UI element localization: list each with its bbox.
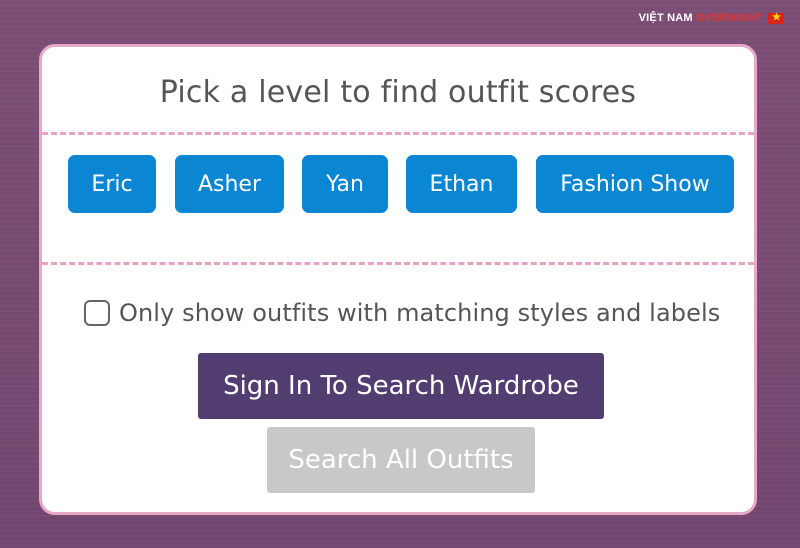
watermark-text-overnight: OVERNIGHT — [695, 12, 763, 24]
matching-filter-checkbox[interactable] — [84, 300, 110, 326]
level-button-asher[interactable]: Asher — [175, 155, 284, 213]
level-button-eric[interactable]: Eric — [68, 155, 156, 213]
vietnam-flag-icon — [768, 11, 784, 25]
level-button-ethan[interactable]: Ethan — [406, 155, 517, 213]
watermark-text-vietnam: VIỆT NAM — [638, 12, 693, 24]
watermark-logo: VIỆT NAM OVERNIGHT — [638, 11, 784, 25]
card-title: Pick a level to find outfit scores — [159, 75, 637, 110]
search-all-outfits-button[interactable]: Search All Outfits — [267, 427, 535, 493]
level-button-row: Eric Asher Yan Ethan Fashion Show — [42, 155, 754, 213]
level-picker-card: Pick a level to find outfit scores Eric … — [39, 44, 757, 515]
level-button-fashion-show[interactable]: Fashion Show — [536, 155, 734, 213]
matching-filter-row: Only show outfits with matching styles a… — [84, 296, 720, 330]
matching-filter-label[interactable]: Only show outfits with matching styles a… — [119, 299, 720, 327]
dashed-divider-bottom — [42, 262, 754, 265]
dashed-divider-top — [42, 132, 754, 135]
sign-in-search-wardrobe-button[interactable]: Sign In To Search Wardrobe — [198, 353, 604, 419]
level-button-yan[interactable]: Yan — [302, 155, 388, 213]
